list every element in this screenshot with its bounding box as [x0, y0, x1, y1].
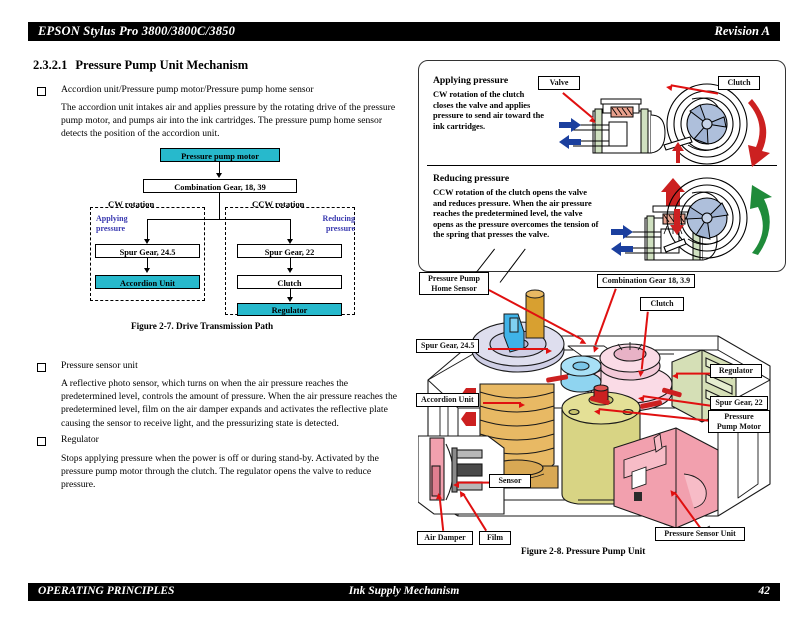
- flow-arrow-clutch-to-regulator: [287, 297, 293, 302]
- flow-node-combination-gear: Combination Gear, 18, 39: [143, 179, 297, 193]
- flow-arrow-spur245-to-accordion: [144, 268, 150, 273]
- leader-head-sensor: [453, 482, 459, 488]
- ccw-rotation-arrow-icon: [750, 185, 772, 255]
- flow-node-spur-gear-22: Spur Gear, 22: [237, 244, 342, 258]
- flow-node-regulator: Regulator: [237, 303, 342, 316]
- drive-transmission-flowchart: Pressure pump motor Combination Gear, 18…: [90, 148, 355, 318]
- header-product-title: EPSON Stylus Pro 3800/3800C/3850: [38, 24, 236, 38]
- label-spur-gear-22: Spur Gear, 22: [710, 396, 768, 410]
- flow-arrow-motor-to-gear: [216, 173, 222, 178]
- label-combination-gear: Combination Gear 18, 3.9: [597, 274, 696, 288]
- section-title-text: Pressure Pump Unit Mechanism: [75, 58, 249, 72]
- page-footer-bar: OPERATING PRINCIPLES Ink Supply Mechanis…: [28, 583, 780, 601]
- label-valve: Valve: [538, 76, 580, 90]
- leader-head-regulator: [672, 373, 678, 379]
- bullet-body-regulator: Stops applying pressure when the power i…: [61, 453, 379, 491]
- header-revision: Revision A: [714, 24, 770, 38]
- callout-title-applying: Applying pressure: [433, 75, 509, 86]
- leader-head-accordion-unit: [519, 402, 525, 408]
- bullet-body-pressure-sensor: A reflective photo sensor, which turns o…: [61, 378, 398, 429]
- leader-accordion-unit: [483, 402, 521, 404]
- leader-head-clutch-assembly: [637, 370, 644, 378]
- bullet-label-accordion: Accordion unit/Pressure pump motor/Press…: [61, 84, 314, 95]
- section-heading: 2.3.2.1 Pressure Pump Unit Mechanism: [33, 58, 248, 73]
- callout-title-reducing: Reducing pressure: [433, 173, 510, 184]
- leader-regulator: [676, 373, 710, 375]
- flow-group-label-applying: Applying pressure: [96, 214, 128, 233]
- bullet-square-icon: [37, 363, 46, 372]
- bullet-square-icon: [37, 437, 46, 446]
- section-number: 2.3.2.1: [33, 58, 68, 72]
- flow-node-accordion-unit: Accordion Unit: [95, 275, 200, 289]
- flow-connector-gear-trunk: [219, 193, 220, 219]
- footer-page-number: 42: [758, 585, 771, 597]
- flow-connector-right-branch: [290, 219, 291, 241]
- figure-2-8-caption: Figure 2-8. Pressure Pump Unit: [521, 546, 646, 556]
- label-film: Film: [479, 531, 511, 545]
- bullet-body-accordion: The accordion unit intakes air and appli…: [61, 102, 396, 140]
- leader-head-pump-motor: [593, 408, 601, 415]
- label-clutch-callout: Clutch: [718, 76, 760, 90]
- label-pressure-pump-motor: Pressure Pump Motor: [708, 410, 770, 434]
- airflow-arrow-icon: [559, 118, 581, 149]
- bullet-square-icon: [37, 87, 46, 96]
- callout-body-reducing: CCW rotation of the clutch opens the val…: [433, 188, 599, 240]
- flow-node-clutch: Clutch: [237, 275, 342, 289]
- label-clutch-assembly: Clutch: [640, 297, 684, 311]
- label-air-damper: Air Damper: [417, 531, 473, 545]
- pressure-explanation-callout: Applying pressure CW rotation of the clu…: [418, 60, 786, 272]
- leader-head-spur-gear-22: [637, 395, 645, 402]
- leader-head-spur-gear-245: [546, 348, 552, 354]
- cw-rotation-arrow-icon: [748, 99, 770, 167]
- label-sensor: Sensor: [489, 474, 531, 488]
- figure-2-7-caption: Figure 2-7. Drive Transmission Path: [131, 321, 274, 331]
- flow-arrow-spur22-to-clutch: [287, 268, 293, 273]
- clutch-diagram-applying: [662, 79, 780, 169]
- leader-sensor: [457, 482, 489, 484]
- document-page: EPSON Stylus Pro 3800/3800C/3850 Revisio…: [0, 0, 808, 625]
- label-spur-gear-245: Spur Gear, 24.5: [416, 339, 480, 353]
- airflow-arrow-icon: [611, 225, 633, 256]
- clutch-diagram-reducing: [662, 173, 780, 265]
- label-pressure-sensor-unit: Pressure Sensor Unit: [655, 527, 745, 541]
- flow-label-ccw-rotation: CCW rotation: [252, 199, 305, 209]
- bullet-label-regulator: Regulator: [61, 434, 99, 445]
- flow-connector-split: [147, 219, 291, 220]
- leader-spur-gear-245: [488, 348, 548, 350]
- flow-group-label-reducing: Reducing pressure: [322, 214, 355, 233]
- flow-node-spur-gear-245: Spur Gear, 24.5: [95, 244, 200, 258]
- label-regulator-assembly: Regulator: [710, 364, 762, 378]
- flow-node-pressure-pump-motor: Pressure pump motor: [160, 148, 280, 162]
- page-header-bar: EPSON Stylus Pro 3800/3800C/3850 Revisio…: [28, 22, 780, 41]
- callout-body-applying: CW rotation of the clutch closes the val…: [433, 90, 544, 131]
- footer-subsection-name: Ink Supply Mechanism: [348, 585, 460, 597]
- leader-head-air-damper: [435, 492, 442, 500]
- bullet-label-pressure-sensor: Pressure sensor unit: [61, 360, 138, 371]
- flow-label-cw-rotation: CW rotation: [108, 199, 155, 209]
- label-accordion-unit: Accordion Unit: [416, 393, 479, 407]
- leader-head-clutch-callout: [665, 84, 673, 91]
- label-pressure-pump-home-sensor: Pressure Pump Home Sensor: [419, 272, 489, 296]
